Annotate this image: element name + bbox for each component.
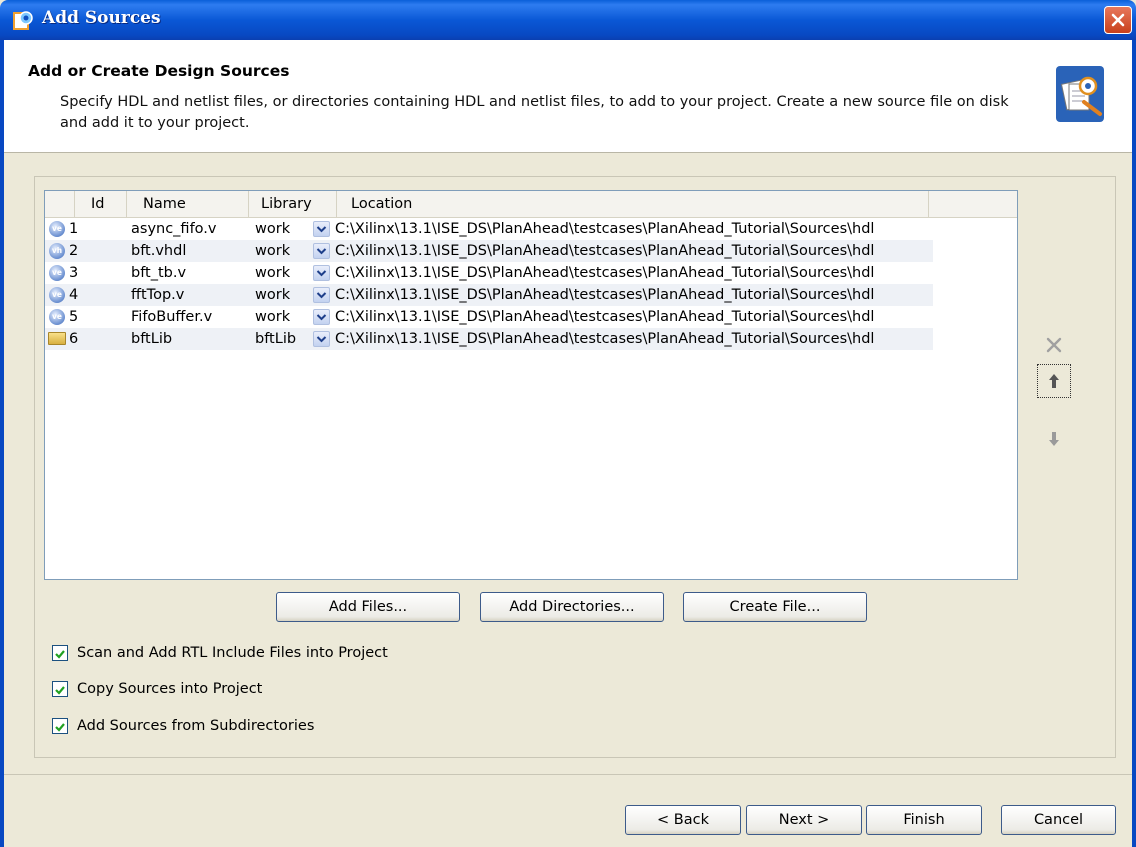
row-location: C:\Xilinx\13.1\ISE_DS\PlanAhead\testcase…	[335, 221, 875, 237]
add-subdirs-checkbox[interactable]	[52, 718, 68, 734]
add-sources-icon	[1056, 66, 1104, 122]
row-name: bft.vhdl	[131, 243, 187, 259]
row-name: bft_tb.v	[131, 265, 187, 281]
create-file-button[interactable]: Create File...	[683, 592, 867, 622]
window-frame-left	[0, 40, 4, 847]
table-row[interactable]: 6 bftLib bftLib C:\Xilinx\13.1\ISE_DS\Pl…	[45, 328, 933, 350]
library-dropdown-button[interactable]	[313, 265, 330, 281]
row-location: C:\Xilinx\13.1\ISE_DS\PlanAhead\testcase…	[335, 287, 875, 303]
col-id-header[interactable]: Id	[75, 191, 127, 217]
footer-divider	[4, 774, 1132, 775]
row-id: 3	[69, 265, 79, 281]
close-button[interactable]	[1104, 6, 1132, 34]
check-icon	[55, 650, 65, 659]
page-title: Add or Create Design Sources	[28, 62, 290, 80]
check-icon	[55, 723, 65, 732]
library-dropdown-button[interactable]	[313, 309, 330, 325]
arrow-up-icon	[1049, 374, 1059, 388]
table-row[interactable]: ve 4 fftTop.v work C:\Xilinx\13.1\ISE_DS…	[45, 284, 933, 306]
verilog-file-icon: ve	[49, 221, 65, 237]
close-icon	[1111, 13, 1125, 27]
row-library[interactable]: work	[255, 306, 290, 328]
row-library[interactable]: work	[255, 218, 290, 240]
add-files-button[interactable]: Add Files...	[276, 592, 460, 622]
remove-icon	[1046, 337, 1062, 353]
library-dropdown-button[interactable]	[313, 287, 330, 303]
window-frame-right	[1132, 40, 1136, 847]
app-icon	[12, 9, 34, 31]
table-row[interactable]: ve 5 FifoBuffer.v work C:\Xilinx\13.1\IS…	[45, 306, 933, 328]
library-dropdown-button[interactable]	[313, 331, 330, 347]
arrow-down-icon	[1049, 432, 1059, 446]
row-id: 5	[69, 309, 79, 325]
chevron-down-icon	[316, 270, 327, 277]
add-subdirs-label: Add Sources from Subdirectories	[77, 718, 315, 734]
cancel-button[interactable]: Cancel	[1001, 805, 1116, 835]
back-button[interactable]: < Back	[625, 805, 741, 835]
finish-button[interactable]: Finish	[866, 805, 982, 835]
row-id: 4	[69, 287, 79, 303]
row-id: 6	[69, 331, 79, 347]
row-id: 1	[69, 221, 79, 237]
library-dropdown-button[interactable]	[313, 221, 330, 237]
chevron-down-icon	[316, 336, 327, 343]
row-library[interactable]: work	[255, 262, 290, 284]
scan-rtl-checkbox[interactable]	[52, 645, 68, 661]
chevron-down-icon	[316, 248, 327, 255]
verilog-file-icon: ve	[49, 309, 65, 325]
folder-icon	[48, 332, 66, 345]
row-library[interactable]: work	[255, 284, 290, 306]
title-bar: Add Sources	[0, 0, 1136, 40]
scan-rtl-label: Scan and Add RTL Include Files into Proj…	[77, 645, 388, 661]
row-library[interactable]: work	[255, 240, 290, 262]
chevron-down-icon	[316, 314, 327, 321]
row-library[interactable]: bftLib	[255, 328, 296, 350]
row-name: bftLib	[131, 331, 173, 347]
row-location: C:\Xilinx\13.1\ISE_DS\PlanAhead\testcase…	[335, 265, 875, 281]
check-icon	[55, 686, 65, 695]
verilog-file-icon: ve	[49, 287, 65, 303]
add-directories-button[interactable]: Add Directories...	[480, 592, 664, 622]
verilog-file-icon: ve	[49, 265, 65, 281]
next-button[interactable]: Next >	[746, 805, 862, 835]
col-name-header[interactable]: Name	[127, 191, 249, 217]
window-title: Add Sources	[42, 8, 161, 28]
wizard-header: Add or Create Design Sources Specify HDL…	[4, 40, 1132, 153]
row-location: C:\Xilinx\13.1\ISE_DS\PlanAhead\testcase…	[335, 331, 875, 347]
move-up-button[interactable]	[1037, 364, 1071, 398]
table-row[interactable]: vh 2 bft.vhdl work C:\Xilinx\13.1\ISE_DS…	[45, 240, 933, 262]
row-name: async_fifo.v	[131, 221, 217, 237]
move-down-button[interactable]	[1037, 422, 1071, 456]
row-name: FifoBuffer.v	[131, 309, 213, 325]
table-row[interactable]: ve 3 bft_tb.v work C:\Xilinx\13.1\ISE_DS…	[45, 262, 933, 284]
row-id: 2	[69, 243, 79, 259]
row-location: C:\Xilinx\13.1\ISE_DS\PlanAhead\testcase…	[335, 243, 875, 259]
remove-button[interactable]	[1037, 328, 1071, 362]
page-description: Specify HDL and netlist files, or direct…	[60, 94, 1009, 131]
table-row[interactable]: ve 1 async_fifo.v work C:\Xilinx\13.1\IS…	[45, 218, 933, 240]
row-location: C:\Xilinx\13.1\ISE_DS\PlanAhead\testcase…	[335, 309, 875, 325]
row-name: fftTop.v	[131, 287, 185, 303]
copy-sources-label: Copy Sources into Project	[77, 681, 263, 697]
col-location-header[interactable]: Location	[337, 191, 929, 217]
col-library-header[interactable]: Library	[249, 191, 337, 217]
chevron-down-icon	[316, 292, 327, 299]
copy-sources-checkbox[interactable]	[52, 681, 68, 697]
col-icon-header	[45, 191, 75, 217]
library-dropdown-button[interactable]	[313, 243, 330, 259]
vhdl-file-icon: vh	[49, 243, 65, 259]
chevron-down-icon	[316, 226, 327, 233]
sources-table: Id Name Library Location ve 1 async_fifo…	[44, 190, 1018, 580]
table-header: Id Name Library Location	[45, 191, 1017, 218]
